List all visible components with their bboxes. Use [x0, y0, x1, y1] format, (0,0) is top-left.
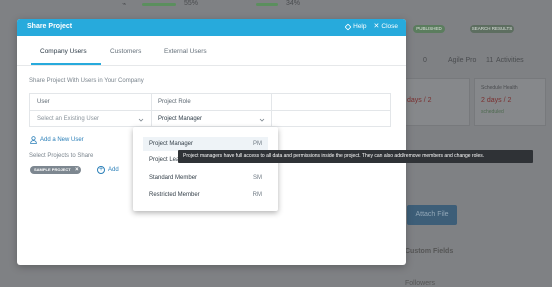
role-option-abbr: SM — [253, 175, 262, 181]
add-project-label: Add — [108, 167, 119, 173]
bg-stat-2: 34% — [286, 0, 301, 7]
tab-customers[interactable]: Customers — [110, 48, 141, 55]
bg-activities-label: Activities — [496, 57, 524, 64]
bg-progress-bar-2 — [256, 3, 278, 6]
modal-header: Share Project Help ✕ Close — [17, 19, 406, 36]
user-icon — [30, 136, 37, 144]
bg-count: 0 — [423, 57, 427, 64]
share-users-table: User Project Role Select an Existing Use… — [29, 93, 391, 127]
role-tooltip: Project managers have full access to all… — [178, 150, 533, 163]
bg-progress-bar-1 — [142, 3, 176, 6]
tab-external-users[interactable]: External Users — [164, 48, 207, 55]
chevron-down-icon — [259, 118, 265, 122]
add-project-button[interactable]: + Add — [97, 166, 119, 174]
bg-card-1: days / 2 — [398, 78, 470, 126]
role-option-label: Standard Member — [149, 175, 198, 181]
bg-search-pill: SEARCH RESULTS — [470, 25, 514, 33]
chevron-down-icon — [138, 118, 144, 122]
project-chip: SAMPLE PROJECT × — [30, 166, 81, 174]
add-new-user-label: Add a New User — [40, 137, 84, 143]
bg-stat-1: 55% — [184, 0, 199, 7]
close-label: Close — [381, 23, 398, 30]
role-option-abbr: PM — [253, 141, 262, 147]
role-option-label: Project Manager — [149, 141, 194, 147]
user-select-placeholder: Select an Existing User — [37, 116, 100, 122]
role-option-restricted-member[interactable]: Restricted Member RM — [143, 188, 268, 202]
bg-attach-file-button: Attach File — [407, 205, 457, 225]
close-icon: ✕ — [373, 22, 380, 30]
help-label: Help — [353, 23, 367, 30]
add-new-user-link[interactable]: Add a New User — [30, 136, 84, 144]
role-option-abbr: RM — [252, 192, 262, 198]
bg-custom-fields: Custom Fields — [405, 248, 454, 255]
bg-followers: Followers — [405, 280, 435, 287]
column-header-project-role: Project Role — [158, 99, 191, 105]
project-role-value: Project Manager — [158, 116, 203, 122]
help-button[interactable]: Help — [344, 23, 367, 30]
role-option-project-manager[interactable]: Project Manager PM — [143, 137, 268, 151]
bg-card-2: Schedule Health 2 days / 2 scheduled — [474, 78, 546, 126]
role-option-label: Restricted Member — [149, 192, 200, 198]
bg-status-pill: PUBLISHED — [413, 25, 445, 33]
user-select[interactable]: Select an Existing User — [30, 111, 151, 128]
close-button[interactable]: ✕ Close — [373, 22, 399, 31]
column-header-user: User — [37, 99, 50, 105]
bg-card-2-label: Schedule Health — [481, 85, 518, 91]
remove-project-icon[interactable]: × — [75, 166, 79, 174]
project-role-dropdown: Project Manager PM Project Lead Standard… — [133, 127, 278, 211]
help-icon — [344, 23, 352, 30]
bg-agile-label: Agile Pro — [448, 57, 477, 64]
project-role-select[interactable]: Project Manager — [152, 111, 271, 128]
bg-card-2-sub: scheduled — [481, 109, 504, 115]
bg-card-1-value: days / 2 — [407, 97, 432, 104]
tab-bar: Company Users Customers External Users — [17, 36, 406, 66]
tab-company-users[interactable]: Company Users — [40, 48, 87, 55]
bg-card-2-value: 2 days / 2 — [481, 97, 512, 104]
plus-circle-icon: + — [97, 166, 105, 174]
select-projects-label: Select Projects to Share — [29, 153, 94, 159]
project-chip-label: SAMPLE PROJECT — [34, 167, 71, 172]
role-option-standard-member[interactable]: Standard Member SM — [143, 171, 268, 185]
bg-stat-icon: ⌁ — [122, 1, 127, 8]
share-section-heading: Share Project With Users in Your Company — [29, 78, 144, 84]
modal-title: Share Project — [27, 23, 73, 30]
bg-badge: 11 — [486, 57, 494, 64]
active-tab-indicator — [31, 63, 101, 65]
